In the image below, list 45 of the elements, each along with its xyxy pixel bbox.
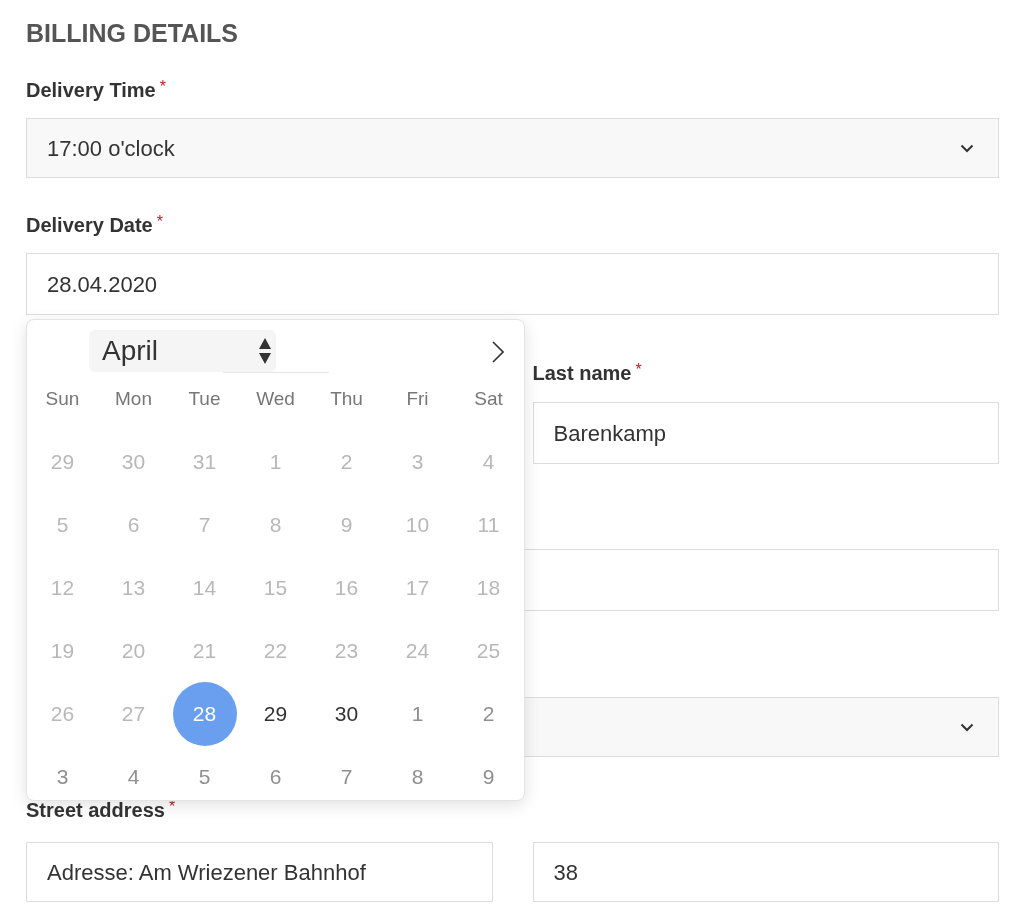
calendar-day: 8: [243, 493, 308, 557]
calendar-day: 23: [314, 619, 379, 683]
calendar-day: 30: [101, 430, 166, 494]
calendar-day: 2: [314, 430, 379, 494]
calendar-day: 7: [172, 493, 237, 557]
calendar-day: 19: [30, 619, 95, 683]
calendar-day: 25: [456, 619, 521, 683]
required-asterisk: *: [156, 213, 163, 231]
calendar-day: 6: [101, 493, 166, 557]
weekday-label: Sat: [474, 388, 503, 410]
calendar-day: 22: [243, 619, 308, 683]
calendar-day: 17: [385, 556, 450, 620]
weekday-label: Tue: [188, 388, 221, 410]
calendar-day: 1: [243, 430, 308, 494]
calendar-day: 11: [456, 493, 521, 557]
calendar-day: 3: [385, 430, 450, 494]
weekday-label: Mon: [115, 388, 152, 410]
calendar-day: 18: [456, 556, 521, 620]
calendar-day: 13: [101, 556, 166, 620]
calendar-day: 16: [314, 556, 379, 620]
calendar-day: 14: [172, 556, 237, 620]
calendar-day: 31: [172, 430, 237, 494]
weekday-label: Sun: [45, 388, 80, 410]
calendar-day: 10: [385, 493, 450, 557]
required-asterisk: *: [159, 78, 166, 96]
weekday-label: Wed: [256, 388, 295, 410]
calendar-day: 29: [30, 430, 95, 494]
field-label: Last name: [532, 361, 632, 385]
calendar-day: 26: [30, 682, 95, 746]
field-label: Delivery Date: [26, 213, 153, 237]
calendar-day: 21: [172, 619, 237, 683]
calendar-day: 27: [101, 682, 166, 746]
field-label: Delivery Time: [26, 78, 156, 102]
weekday-label: Fri: [406, 388, 429, 410]
field-label: Street address: [26, 798, 165, 822]
calendar-day: 15: [243, 556, 308, 620]
calendar-day: 24: [385, 619, 450, 683]
calendar-day: 4: [456, 430, 521, 494]
calendar-day: 20: [101, 619, 166, 683]
calendar-day: 9: [314, 493, 379, 557]
calendar-day: 12: [30, 556, 95, 620]
calendar-day: 5: [30, 493, 95, 557]
required-asterisk: *: [635, 361, 642, 379]
weekday-label: Thu: [330, 388, 363, 410]
section-heading: BILLING DETAILS: [26, 18, 240, 48]
